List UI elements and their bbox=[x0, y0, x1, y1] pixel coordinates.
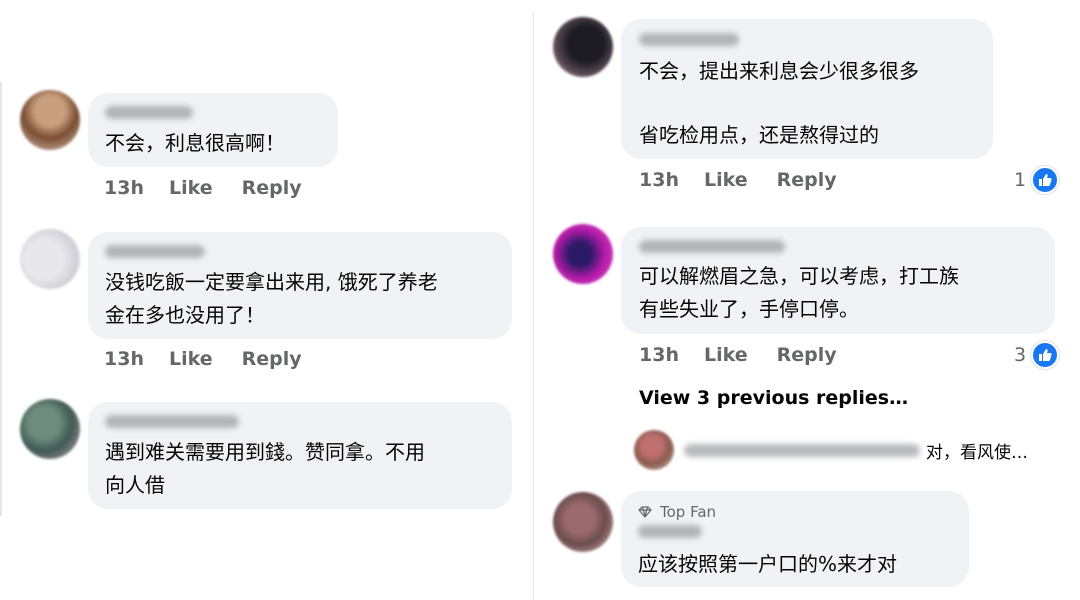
comment-actions: 13h Like Reply bbox=[104, 347, 302, 371]
reply-button[interactable]: Reply bbox=[242, 348, 302, 370]
reaction-count[interactable]: 1 bbox=[1014, 166, 1060, 194]
reply-button[interactable]: Reply bbox=[777, 344, 837, 366]
comment-actions: 13h Like Reply bbox=[639, 343, 837, 367]
avatar[interactable] bbox=[553, 224, 613, 284]
thumbs-up-icon bbox=[1031, 341, 1060, 369]
like-button[interactable]: Like bbox=[169, 177, 213, 199]
reaction-number: 1 bbox=[1014, 169, 1027, 191]
author-name[interactable] bbox=[105, 415, 239, 428]
thumbs-up-icon bbox=[1031, 166, 1060, 194]
reaction-count[interactable]: 3 bbox=[1014, 341, 1060, 369]
reaction-number: 3 bbox=[1014, 344, 1027, 366]
reply-preview-text: 对，看风使… bbox=[926, 442, 1028, 463]
comment-bubble: 不会，提出来利息会少很多很多 省吃检用点，还是熬得过的 bbox=[621, 19, 993, 159]
comment-bubble: 不会，利息很高啊！ bbox=[88, 93, 338, 167]
author-name[interactable] bbox=[105, 106, 193, 119]
comment-text-line: 没钱吃飯一定要拿出来用, 饿死了养老 bbox=[105, 270, 438, 294]
reply-preview[interactable]: 对，看风使… bbox=[634, 430, 1028, 470]
comment-bubble: 遇到难关需要用到錢。赞同拿。不用 向人借 bbox=[88, 402, 512, 509]
comment-bubble: 没钱吃飯一定要拿出来用, 饿死了养老 金在多也没用了！ bbox=[88, 232, 512, 339]
like-button[interactable]: Like bbox=[704, 344, 748, 366]
avatar[interactable] bbox=[553, 492, 613, 552]
top-fan-badge: Top Fan bbox=[638, 503, 716, 521]
comment-actions: 13h Like Reply bbox=[104, 176, 302, 200]
reply-button[interactable]: Reply bbox=[242, 177, 302, 199]
reply-author-name[interactable] bbox=[684, 443, 920, 457]
avatar[interactable] bbox=[20, 399, 80, 459]
like-button[interactable]: Like bbox=[704, 169, 748, 191]
comment-bubble: Top Fan 应该按照第一户口的%来才对 bbox=[621, 491, 969, 587]
comment-text-line: 可以解燃眉之急，可以考虑，打工族 bbox=[639, 264, 959, 288]
reply-button[interactable]: Reply bbox=[777, 169, 837, 191]
view-previous-replies-link[interactable]: View 3 previous replies… bbox=[639, 387, 908, 409]
avatar[interactable] bbox=[20, 90, 80, 150]
comment-text-line: 遇到难关需要用到錢。赞同拿。不用 bbox=[105, 440, 425, 464]
left-edge-divider bbox=[0, 82, 2, 516]
author-name[interactable] bbox=[638, 525, 702, 538]
comment-text-line: 向人借 bbox=[105, 473, 165, 497]
avatar[interactable] bbox=[20, 229, 80, 289]
timestamp[interactable]: 13h bbox=[639, 344, 679, 366]
timestamp[interactable]: 13h bbox=[104, 177, 144, 199]
comment-text: 应该按照第一户口的%来才对 bbox=[638, 552, 898, 576]
comment-bubble: 可以解燃眉之急，可以考虑，打工族 有些失业了，手停口停。 bbox=[621, 227, 1055, 334]
timestamp[interactable]: 13h bbox=[639, 169, 679, 191]
column-divider bbox=[533, 12, 534, 600]
diamond-icon bbox=[638, 506, 652, 518]
comment-text: 不会，利息很高啊！ bbox=[105, 131, 285, 155]
comment-text-line: 有些失业了，手停口停。 bbox=[639, 297, 859, 321]
like-button[interactable]: Like bbox=[169, 348, 213, 370]
avatar[interactable] bbox=[634, 430, 674, 470]
top-fan-label: Top Fan bbox=[660, 503, 717, 521]
comment-text-line: 不会，提出来利息会少很多很多 bbox=[639, 59, 919, 83]
author-name[interactable] bbox=[639, 240, 785, 253]
author-name[interactable] bbox=[639, 33, 739, 46]
author-name[interactable] bbox=[105, 245, 205, 258]
comment-text-line: 省吃检用点，还是熬得过的 bbox=[639, 123, 879, 147]
comment-actions: 13h Like Reply bbox=[639, 168, 837, 192]
timestamp[interactable]: 13h bbox=[104, 348, 144, 370]
avatar[interactable] bbox=[553, 17, 613, 77]
comment-text-line: 金在多也没用了！ bbox=[105, 303, 265, 327]
